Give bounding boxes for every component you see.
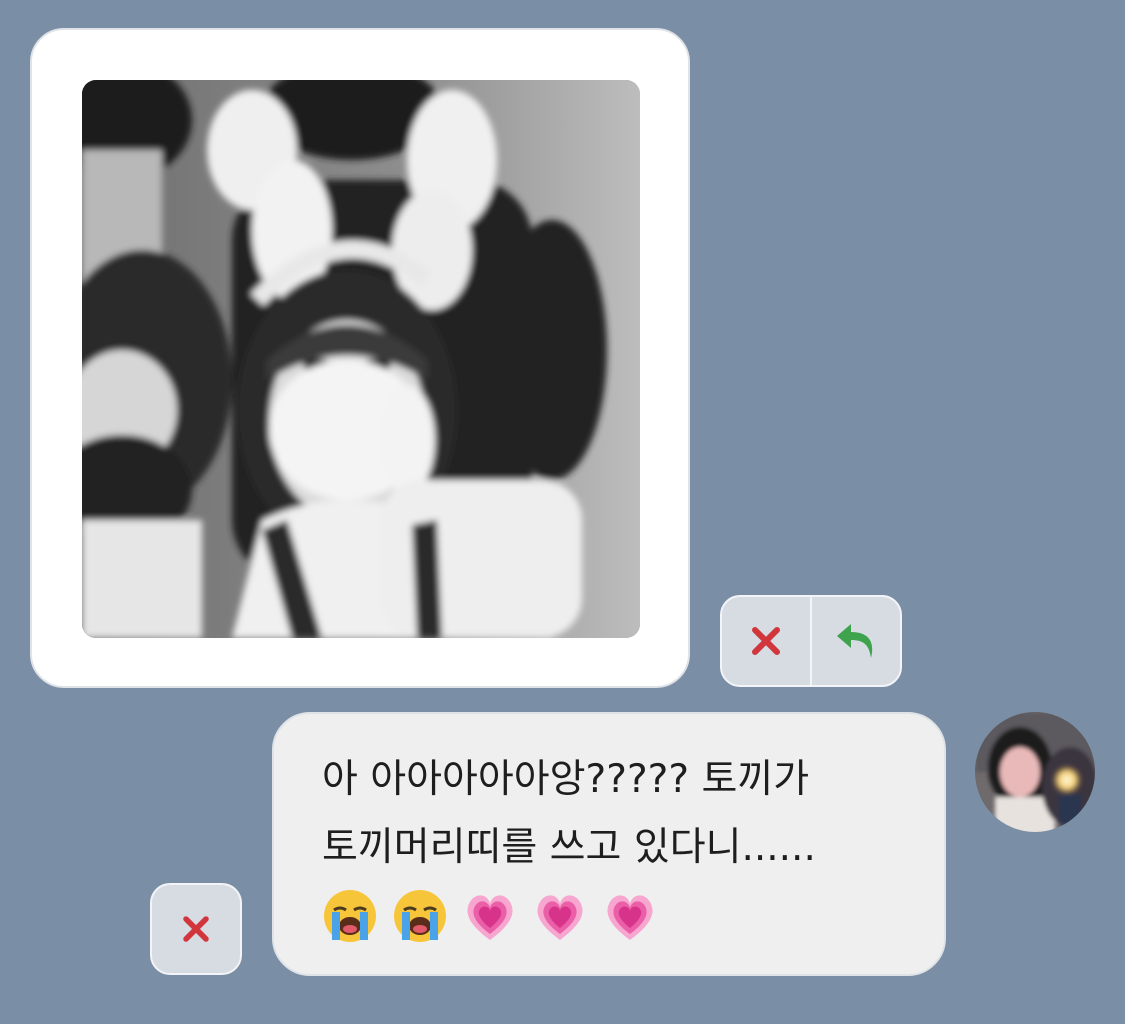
text-message-bubble[interactable]: 아 아아아아아앙????? 토끼가 토끼머리띠를 쓰고 있다니...... xyxy=(272,712,946,976)
message-line-1: 아 아아아아아앙????? 토끼가 xyxy=(322,757,810,802)
photo-image xyxy=(82,80,640,638)
delete-image-button[interactable] xyxy=(722,597,810,685)
loudly-crying-face-icon xyxy=(394,890,446,942)
loudly-crying-face-icon xyxy=(324,890,376,942)
reply-image-button[interactable] xyxy=(812,597,900,685)
x-icon xyxy=(183,916,209,942)
delete-message-button[interactable] xyxy=(150,883,242,975)
emoji-row xyxy=(322,888,904,944)
growing-heart-icon xyxy=(537,895,583,940)
photo-thumbnail[interactable] xyxy=(82,80,640,638)
user-avatar-icon xyxy=(975,712,1095,832)
image-message-actions xyxy=(720,595,902,687)
growing-heart-icon xyxy=(467,895,513,940)
avatar[interactable] xyxy=(975,712,1095,832)
growing-heart-icon xyxy=(607,895,653,940)
message-line-2: 토끼머리띠를 쓰고 있다니...... xyxy=(322,825,816,870)
x-icon xyxy=(752,627,780,655)
reply-arrow-icon xyxy=(837,624,873,658)
image-message-card[interactable] xyxy=(30,28,690,688)
